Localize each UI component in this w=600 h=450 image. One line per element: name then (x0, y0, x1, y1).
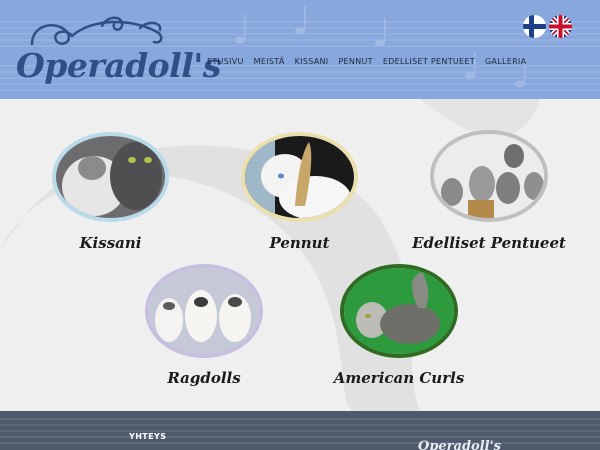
pennut-image (241, 132, 358, 222)
nav-item-galleria[interactable]: GALLERIA (485, 57, 526, 66)
nav-item-meista[interactable]: MEISTÄ (254, 57, 285, 66)
card-edelliset-pentueet[interactable]: Edelliset Pentueet (412, 130, 566, 254)
uk-flag-icon[interactable] (549, 15, 572, 38)
card-label-pennut: Pennut (269, 234, 330, 252)
site-header: Operadoll's ETUSIVU MEISTÄ KISSANI PENNU… (0, 0, 600, 99)
edelliset-pentueet-image (430, 130, 548, 222)
kissani-image (52, 132, 169, 222)
logo-text: Operadoll's (16, 46, 221, 85)
card-ragdolls[interactable]: Ragdolls (145, 264, 263, 388)
main-nav: ETUSIVU MEISTÄ KISSANI PENNUT EDELLISET … (207, 57, 526, 66)
card-kissani[interactable]: Kissani (52, 132, 169, 254)
card-pennut[interactable]: Pennut (241, 132, 358, 254)
nav-item-kissani[interactable]: KISSANI (295, 57, 329, 66)
american-curls-image (340, 264, 458, 358)
finnish-flag-icon[interactable] (523, 15, 546, 38)
card-label-edelliset-pentueet: Edelliset Pentueet (412, 234, 566, 252)
footer-staff-decoration (0, 418, 600, 444)
card-american-curls[interactable]: American Curls (334, 264, 464, 388)
nav-item-pennut[interactable]: PENNUT (338, 57, 372, 66)
ragdolls-image (145, 264, 263, 358)
footer-contact-heading: YHTEYS (129, 432, 167, 441)
site-footer: YHTEYS Operadoll's (0, 411, 600, 450)
footer-logo[interactable]: Operadoll's (418, 439, 501, 450)
card-label-kissani: Kissani (79, 234, 142, 252)
nav-item-etusivu[interactable]: ETUSIVU (207, 57, 244, 66)
site-logo[interactable]: Operadoll's (12, 14, 221, 85)
card-label-american-curls: American Curls (333, 369, 465, 387)
nav-item-edelliset-pentueet[interactable]: EDELLISET PENTUEET (383, 57, 475, 66)
card-label-ragdolls: Ragdolls (167, 369, 241, 387)
